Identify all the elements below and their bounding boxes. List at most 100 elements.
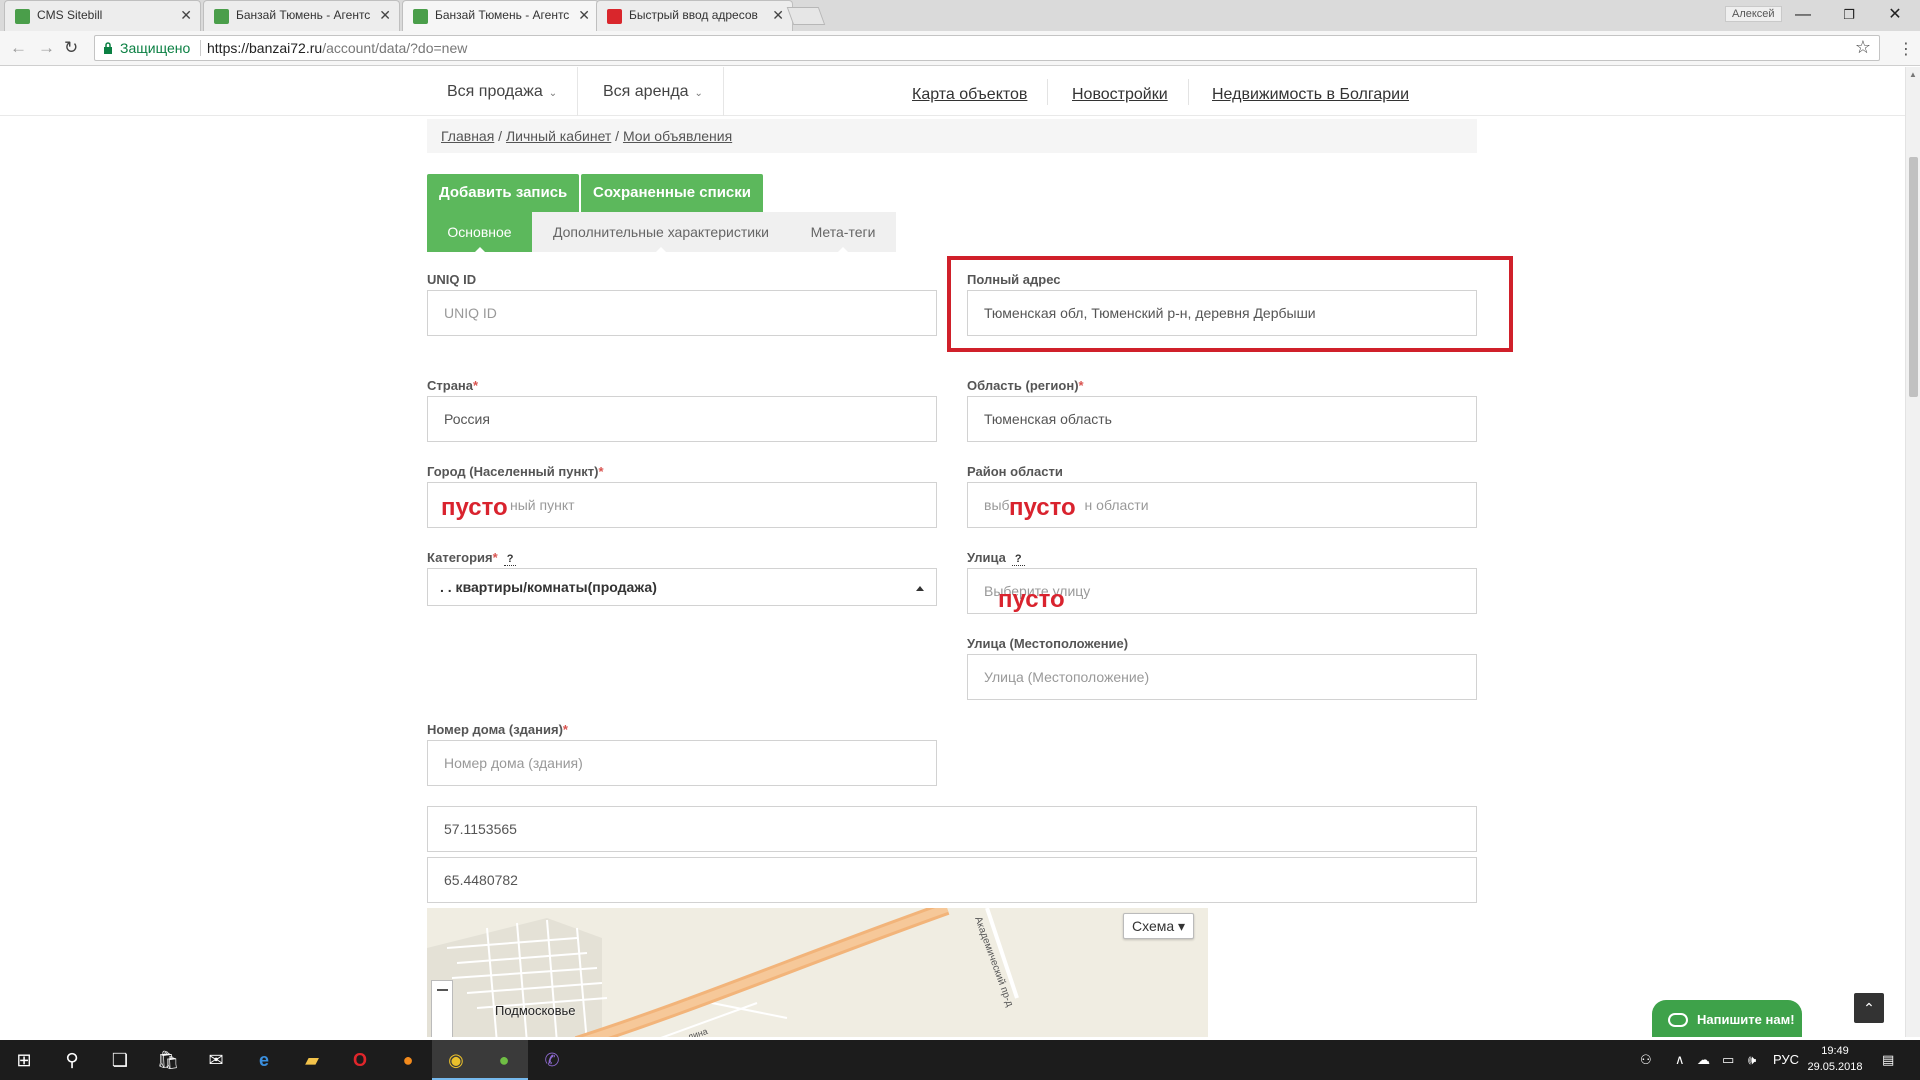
- tray-chevron-icon[interactable]: ∧: [1675, 1040, 1685, 1080]
- banzai-favicon-icon: [214, 9, 229, 24]
- windows-start-icon[interactable]: ⊞: [0, 1040, 48, 1080]
- tab-label: Банзай Тюмень - Агентс: [236, 8, 371, 22]
- store-icon[interactable]: 🛍: [144, 1040, 192, 1080]
- url-path: /account/data/?do=new: [322, 40, 468, 56]
- search-icon[interactable]: ⚲: [48, 1040, 96, 1080]
- divider: [1188, 79, 1189, 105]
- sale-label: Вся продажа: [447, 83, 543, 100]
- system-clock[interactable]: 19:49 29.05.2018: [1803, 1043, 1867, 1075]
- required-mark: *: [598, 464, 604, 479]
- reload-icon[interactable]: ↻: [64, 38, 78, 58]
- close-window-icon[interactable]: ✕: [1872, 2, 1918, 28]
- url-text[interactable]: https://banzai72.ru/account/data/?do=new: [207, 36, 467, 60]
- uniq-id-input[interactable]: UNIQ ID: [427, 290, 937, 336]
- help-icon[interactable]: ?: [1011, 553, 1025, 566]
- nav-link-new-buildings[interactable]: Новостройки: [1072, 67, 1168, 116]
- banzai-favicon-icon: [413, 9, 428, 24]
- latitude-input[interactable]: 57.1153565: [427, 806, 1477, 852]
- onedrive-icon[interactable]: ☁: [1697, 1040, 1710, 1080]
- bookmark-star-icon[interactable]: ☆: [1855, 35, 1871, 59]
- breadcrumb-my-ads[interactable]: Мои объявления: [623, 128, 732, 144]
- file-explorer-icon[interactable]: ▰: [288, 1040, 336, 1080]
- country-input[interactable]: Россия: [427, 396, 937, 442]
- chat-button[interactable]: Напишите нам!: [1652, 1000, 1802, 1037]
- help-icon[interactable]: ?: [503, 553, 517, 566]
- close-icon[interactable]: ✕: [578, 1, 590, 30]
- map-type-button[interactable]: Схема ▾: [1123, 913, 1195, 939]
- house-placeholder: Номер дома (здания): [444, 755, 583, 771]
- scroll-up-arrow-icon[interactable]: ▲: [1909, 70, 1917, 79]
- restore-icon[interactable]: ❐: [1826, 2, 1872, 28]
- map-widget[interactable]: Академический пр-д лина Схема ▾ Подмоско…: [427, 908, 1208, 1037]
- saved-lists-button[interactable]: Сохраненные списки: [581, 174, 764, 212]
- tab-extra[interactable]: Дополнительные характеристики: [532, 212, 790, 252]
- street-location-label: Улица (Местоположение): [967, 636, 1129, 651]
- browser-tab-cms[interactable]: CMS Sitebill ✕: [4, 0, 201, 31]
- firefox-icon[interactable]: ●: [384, 1040, 432, 1080]
- nav-link-bulgaria[interactable]: Недвижимость в Болгарии: [1212, 67, 1409, 116]
- longitude-input[interactable]: 65.4480782: [427, 857, 1477, 903]
- opera-icon[interactable]: O: [336, 1040, 384, 1080]
- add-record-button[interactable]: Добавить запись: [427, 174, 580, 212]
- tab-main-label: Основное: [447, 224, 512, 240]
- edge-icon[interactable]: e: [240, 1040, 288, 1080]
- map-place-label: Подмосковье: [495, 1003, 576, 1018]
- country-label-text: Страна: [427, 378, 474, 393]
- browser-profile[interactable]: Алексей: [1725, 6, 1782, 22]
- rent-dropdown[interactable]: Вся аренда ⌄: [583, 67, 724, 116]
- city-label: Город (Населенный пункт)*: [427, 464, 604, 479]
- chevron-down-icon: ⌄: [694, 88, 703, 99]
- minimize-icon[interactable]: —: [1780, 2, 1826, 28]
- tab-notch: [838, 247, 848, 252]
- close-icon[interactable]: ✕: [772, 1, 784, 30]
- category-label-text: Категория: [427, 550, 493, 565]
- windows-taskbar: ⊞ ⚲ ❏ 🛍 ✉ e ▰ O ● ◉ ● ✆ ⚇ ∧ ☁ ▭ 🕪 РУС 19…: [0, 1040, 1920, 1080]
- annotation-empty-district: пусто: [1009, 494, 1076, 521]
- nav-link-map[interactable]: Карта объектов: [912, 67, 1027, 116]
- sitebill-favicon-icon: [15, 9, 30, 24]
- tab-notch: [656, 247, 666, 252]
- district-placeholder-right: н области: [1084, 497, 1149, 513]
- region-input[interactable]: Тюменская область: [967, 396, 1477, 442]
- browser-tabstrip: CMS Sitebill ✕ Банзай Тюмень - Агентс ✕ …: [0, 0, 1920, 31]
- close-icon[interactable]: ✕: [180, 1, 192, 30]
- viber-icon[interactable]: ✆: [528, 1040, 576, 1080]
- required-mark: *: [1078, 378, 1084, 393]
- close-icon[interactable]: ✕: [379, 1, 391, 30]
- scroll-to-top-icon[interactable]: ⌃: [1854, 993, 1884, 1023]
- people-icon[interactable]: ⚇: [1640, 1040, 1652, 1080]
- tab-main[interactable]: Основное: [427, 212, 532, 252]
- utorrent-icon[interactable]: ●: [480, 1040, 528, 1080]
- required-mark: *: [562, 722, 568, 737]
- browser-tab-banzai-1[interactable]: Банзай Тюмень - Агентс ✕: [203, 0, 400, 31]
- network-icon[interactable]: ▭: [1722, 1040, 1734, 1080]
- task-view-icon[interactable]: ❏: [96, 1040, 144, 1080]
- notifications-icon[interactable]: ▤: [1882, 1040, 1894, 1080]
- language-indicator[interactable]: РУС: [1773, 1040, 1799, 1080]
- menu-dots-icon[interactable]: ⋮: [1898, 39, 1914, 59]
- mail-icon[interactable]: ✉: [192, 1040, 240, 1080]
- divider: [200, 40, 201, 56]
- district-label: Район области: [967, 464, 1063, 479]
- scrollbar-thumb[interactable]: [1909, 157, 1918, 397]
- breadcrumb-home[interactable]: Главная: [441, 128, 494, 144]
- clock-date: 29.05.2018: [1807, 1061, 1863, 1073]
- forward-icon[interactable]: →: [38, 38, 55, 58]
- street-location-input[interactable]: Улица (Местоположение): [967, 654, 1477, 700]
- tab-meta[interactable]: Мета-теги: [790, 212, 896, 252]
- volume-icon[interactable]: 🕪: [1748, 1040, 1756, 1080]
- page-scrollbar[interactable]: ▲: [1905, 67, 1920, 1037]
- breadcrumb-account[interactable]: Личный кабинет: [506, 128, 611, 144]
- browser-tab-dadata[interactable]: Быстрый ввод адресов ✕: [596, 0, 793, 31]
- browser-tab-banzai-2[interactable]: Банзай Тюмень - Агентс ✕: [402, 0, 599, 31]
- category-select[interactable]: . . квартиры/комнаты(продажа): [427, 568, 937, 606]
- chrome-icon[interactable]: ◉: [432, 1040, 480, 1080]
- map-zoom-control[interactable]: [431, 980, 453, 1037]
- back-icon[interactable]: ←: [10, 38, 27, 58]
- house-input[interactable]: Номер дома (здания): [427, 740, 937, 786]
- address-bar[interactable]: Защищено https://banzai72.ru/account/dat…: [94, 35, 1880, 61]
- zoom-out-icon[interactable]: [437, 989, 448, 991]
- street-location-placeholder: Улица (Местоположение): [984, 669, 1150, 685]
- sale-dropdown[interactable]: Вся продажа ⌄: [427, 67, 579, 116]
- new-tab-button[interactable]: [786, 7, 826, 25]
